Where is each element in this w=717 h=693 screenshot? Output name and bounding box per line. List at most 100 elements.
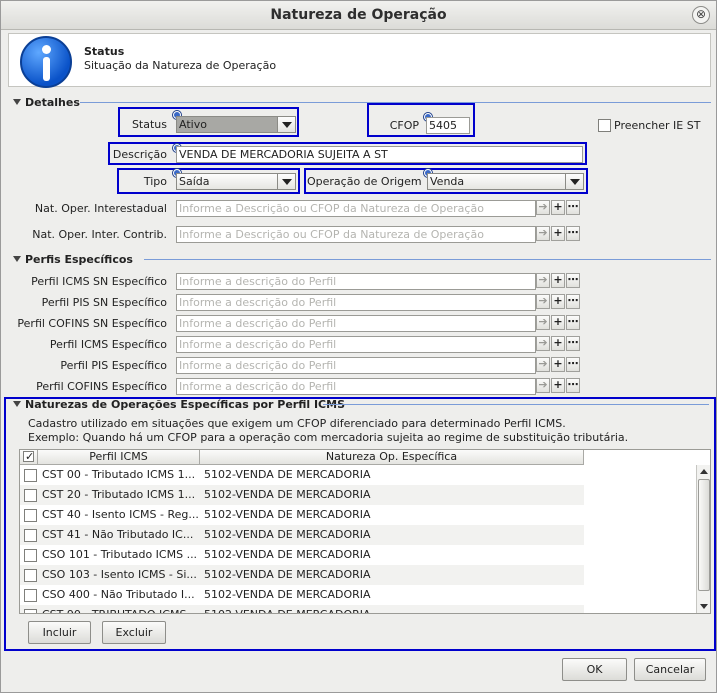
chevron-down-icon[interactable] (565, 174, 583, 189)
preencher-ie-st-checkbox[interactable] (598, 119, 611, 132)
row-checkbox[interactable] (24, 529, 37, 542)
section-perfis-label: Perfis Específicos (25, 253, 133, 266)
perfil-field[interactable]: Informe a descrição do Perfil (176, 273, 536, 290)
row-checkbox[interactable] (24, 489, 37, 502)
table-row[interactable]: CSO 103 - Isento ICMS - Si... 5102-VENDA… (20, 565, 584, 585)
section-perfis[interactable]: Perfis Específicos (13, 253, 133, 266)
perfil-field[interactable]: Informe a descrição do Perfil (176, 378, 536, 395)
section-detalhes-label: Detalhes (25, 96, 80, 109)
add-icon[interactable]: + (551, 226, 565, 241)
incluir-button[interactable]: Incluir (28, 621, 91, 644)
preencher-ie-st-label: Preencher IE ST (614, 119, 701, 132)
table-row[interactable]: CST 00 - Tributado ICMS 1... 5102-VENDA … (20, 465, 584, 485)
perfil-field[interactable]: Informe a descrição do Perfil (176, 357, 536, 374)
row-checkbox[interactable] (24, 469, 37, 482)
tipo-select[interactable]: Saída (176, 173, 296, 190)
table-header: Perfil ICMS Natureza Op. Específica (20, 450, 584, 465)
col-perfil-icms[interactable]: Perfil ICMS (38, 450, 200, 465)
more-options-icon[interactable]: ⋯ (566, 226, 580, 241)
go-arrow-icon[interactable]: ➔ (536, 378, 550, 393)
title-bar: Natureza de Operação ⊗ (1, 1, 716, 30)
naturezas-description-2: Exemplo: Quando há um CFOP para a operaç… (28, 431, 629, 444)
status-select[interactable]: Ativo (176, 116, 296, 133)
col-natureza[interactable]: Natureza Op. Específica (200, 450, 584, 465)
go-arrow-icon[interactable]: ➔ (536, 226, 550, 241)
row-natureza: 5102-VENDA DE MERCADORIA (204, 568, 371, 581)
more-options-icon[interactable]: ⋯ (566, 200, 580, 215)
scroll-down-icon[interactable] (700, 604, 708, 609)
row-natureza: 5102-VENDA DE MERCADORIA (204, 488, 371, 501)
chevron-down-icon[interactable] (277, 117, 295, 132)
more-options-icon[interactable]: ⋯ (566, 378, 580, 393)
nat-contrib-field[interactable]: Informe a Descrição ou CFOP da Natureza … (176, 226, 536, 243)
tipo-select-value: Saída (179, 175, 210, 188)
table-row[interactable]: CSO 400 - Não Tributado I... 5102-VENDA … (20, 585, 584, 605)
close-icon[interactable]: ⊗ (692, 6, 710, 24)
row-checkbox[interactable] (24, 549, 37, 562)
perfil-field[interactable]: Informe a descrição do Perfil (176, 294, 536, 311)
chevron-down-icon[interactable] (277, 174, 295, 189)
add-icon[interactable]: + (551, 200, 565, 215)
row-natureza: 5102-VENDA DE MERCADORIA (204, 605, 371, 613)
select-all-cell (20, 450, 38, 465)
row-natureza: 5102-VENDA DE MERCADORIA (204, 548, 371, 561)
ok-button[interactable]: OK (562, 658, 627, 681)
descricao-field[interactable]: VENDA DE MERCADORIA SUJEITA A ST (176, 146, 583, 163)
cancel-button[interactable]: Cancelar (634, 658, 706, 681)
status-subtitle: Situação da Natureza de Operação (84, 59, 277, 72)
collapse-triangle-icon (13, 401, 21, 407)
add-icon[interactable]: + (551, 294, 565, 309)
perfil-field[interactable]: Informe a descrição do Perfil (176, 336, 536, 353)
select-all-checkbox[interactable] (23, 450, 34, 464)
go-arrow-icon[interactable]: ➔ (536, 336, 550, 351)
nat-contrib-label: Nat. Oper. Inter. Contrib. (32, 228, 167, 241)
add-icon[interactable]: + (551, 315, 565, 330)
more-options-icon[interactable]: ⋯ (566, 357, 580, 372)
table-row[interactable]: CST 20 - Tributado ICMS 1... 5102-VENDA … (20, 485, 584, 505)
section-divider (323, 404, 709, 405)
cfop-field[interactable]: 5405 (426, 117, 470, 134)
go-arrow-icon[interactable]: ➔ (536, 357, 550, 372)
descricao-label: Descrição (112, 148, 167, 161)
table-row[interactable]: CST 90 - TRIBUTADO ICMS ... 5102-VENDA D… (20, 605, 584, 613)
more-options-icon[interactable]: ⋯ (566, 336, 580, 351)
row-perfil: CST 90 - TRIBUTADO ICMS ... (42, 605, 200, 613)
more-options-icon[interactable]: ⋯ (566, 294, 580, 309)
row-perfil: CSO 103 - Isento ICMS - Si... (42, 568, 197, 581)
more-options-icon[interactable]: ⋯ (566, 315, 580, 330)
more-options-icon[interactable]: ⋯ (566, 273, 580, 288)
table-row[interactable]: CST 40 - Isento ICMS - Reg... 5102-VENDA… (20, 505, 584, 525)
info-icon (20, 36, 72, 88)
row-perfil: CSO 400 - Não Tributado I... (42, 588, 195, 601)
section-naturezas-label: Naturezas de Operações Específicas por P… (25, 398, 345, 411)
operacao-select[interactable]: Venda (427, 173, 584, 190)
go-arrow-icon[interactable]: ➔ (536, 294, 550, 309)
row-checkbox[interactable] (24, 569, 37, 582)
perfil-field[interactable]: Informe a descrição do Perfil (176, 315, 536, 332)
nat-inter-field[interactable]: Informe a Descrição ou CFOP da Natureza … (176, 200, 536, 217)
table-row[interactable]: CSO 101 - Tributado ICMS ... 5102-VENDA … (20, 545, 584, 565)
add-icon[interactable]: + (551, 273, 565, 288)
excluir-button[interactable]: Excluir (102, 621, 166, 644)
go-arrow-icon[interactable]: ➔ (536, 315, 550, 330)
add-icon[interactable]: + (551, 336, 565, 351)
row-checkbox[interactable] (24, 589, 37, 602)
cfop-label: CFOP (389, 119, 419, 132)
table-row[interactable]: CST 41 - Não Tributado IC... 5102-VENDA … (20, 525, 584, 545)
section-naturezas[interactable]: Naturezas de Operações Específicas por P… (13, 398, 345, 411)
add-icon[interactable]: + (551, 357, 565, 372)
status-select-value: Ativo (179, 118, 207, 131)
row-perfil: CST 00 - Tributado ICMS 1... (42, 468, 196, 481)
go-arrow-icon[interactable]: ➔ (536, 200, 550, 215)
status-panel: Status Situação da Natureza de Operação (8, 33, 711, 88)
vertical-scrollbar[interactable] (696, 465, 710, 613)
add-icon[interactable]: + (551, 378, 565, 393)
scroll-up-icon[interactable] (700, 469, 708, 474)
row-checkbox[interactable] (24, 609, 37, 613)
section-detalhes[interactable]: Detalhes (13, 96, 80, 109)
row-perfil: CST 41 - Não Tributado IC... (42, 528, 194, 541)
row-checkbox[interactable] (24, 509, 37, 522)
naturezas-table: Perfil ICMS Natureza Op. Específica CST … (19, 449, 711, 614)
go-arrow-icon[interactable]: ➔ (536, 273, 550, 288)
scroll-thumb[interactable] (698, 479, 710, 591)
